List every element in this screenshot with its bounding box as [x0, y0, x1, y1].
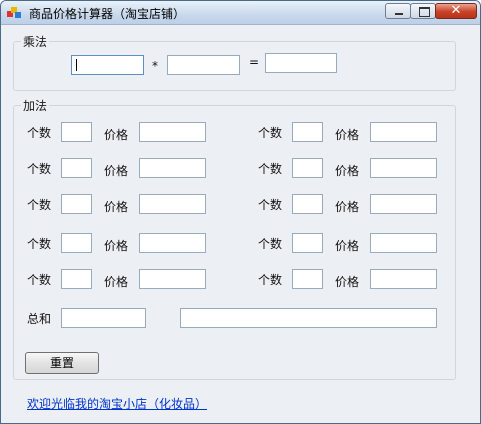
total-value-input[interactable]: [61, 308, 146, 328]
shop-link[interactable]: 欢迎光临我的淘宝小店（化妆品）: [27, 395, 207, 412]
maximize-icon: [419, 7, 430, 17]
left-price-input-4[interactable]: [139, 233, 206, 253]
right-qty-input-1[interactable]: [292, 122, 323, 142]
price-label: 价格: [104, 128, 129, 142]
multiply-result-input[interactable]: [265, 53, 337, 73]
left-qty-input-5[interactable]: [61, 269, 92, 289]
price-label: 价格: [335, 239, 360, 253]
left-qty-input-1[interactable]: [61, 122, 92, 142]
left-price-input-1[interactable]: [139, 122, 206, 142]
qty-label: 个数: [258, 237, 283, 251]
right-price-input-3[interactable]: [370, 194, 437, 214]
qty-label: 个数: [27, 273, 52, 287]
window-title: 商品价格计算器（淘宝店铺）: [29, 7, 186, 21]
price-label: 价格: [335, 164, 360, 178]
left-price-input-5[interactable]: [139, 269, 206, 289]
price-label: 价格: [335, 200, 360, 214]
price-label: 价格: [104, 200, 129, 214]
qty-label: 个数: [27, 126, 52, 140]
title-bar[interactable]: 商品价格计算器（淘宝店铺） ✕: [1, 1, 480, 25]
close-icon: ✕: [450, 3, 462, 18]
times-sign: *: [152, 59, 158, 73]
qty-label: 个数: [27, 237, 52, 251]
price-label: 价格: [335, 128, 360, 142]
multiply-operand1-input[interactable]: [71, 55, 144, 75]
right-qty-input-2[interactable]: [292, 158, 323, 178]
add-group-title: 加法: [21, 97, 50, 114]
qty-label: 个数: [258, 273, 283, 287]
total-label: 总和: [27, 312, 52, 326]
price-label: 价格: [104, 239, 129, 253]
app-window: 商品价格计算器（淘宝店铺） ✕ 乘法 * = 加法 个数 价格 个数 价格 个数…: [0, 0, 481, 424]
left-qty-input-3[interactable]: [61, 194, 92, 214]
right-price-input-2[interactable]: [370, 158, 437, 178]
left-price-input-2[interactable]: [139, 158, 206, 178]
minimize-icon: [395, 13, 403, 15]
right-qty-input-4[interactable]: [292, 233, 323, 253]
qty-label: 个数: [258, 198, 283, 212]
qty-label: 个数: [258, 162, 283, 176]
right-price-input-4[interactable]: [370, 233, 437, 253]
equals-sign: =: [249, 55, 260, 69]
maximize-button[interactable]: [410, 3, 436, 19]
close-button[interactable]: ✕: [435, 3, 477, 19]
price-label: 价格: [104, 164, 129, 178]
multiply-group-title: 乘法: [21, 33, 50, 50]
total-text-input[interactable]: [180, 308, 437, 328]
qty-label: 个数: [27, 162, 52, 176]
reset-button[interactable]: 重置: [25, 352, 99, 374]
right-qty-input-3[interactable]: [292, 194, 323, 214]
multiply-operand2-input[interactable]: [167, 55, 240, 75]
left-price-input-3[interactable]: [139, 194, 206, 214]
left-qty-input-2[interactable]: [61, 158, 92, 178]
left-qty-input-4[interactable]: [61, 233, 92, 253]
price-label: 价格: [104, 275, 129, 289]
right-qty-input-5[interactable]: [292, 269, 323, 289]
price-label: 价格: [335, 275, 360, 289]
app-icon: [7, 7, 21, 18]
text-caret: [76, 59, 77, 71]
qty-label: 个数: [27, 198, 52, 212]
right-price-input-1[interactable]: [370, 122, 437, 142]
minimize-button[interactable]: [385, 3, 411, 19]
form-body: 乘法 * = 加法 个数 价格 个数 价格 个数 价格 个数 价格 个数 价格 …: [5, 25, 476, 419]
right-price-input-5[interactable]: [370, 269, 437, 289]
qty-label: 个数: [258, 126, 283, 140]
